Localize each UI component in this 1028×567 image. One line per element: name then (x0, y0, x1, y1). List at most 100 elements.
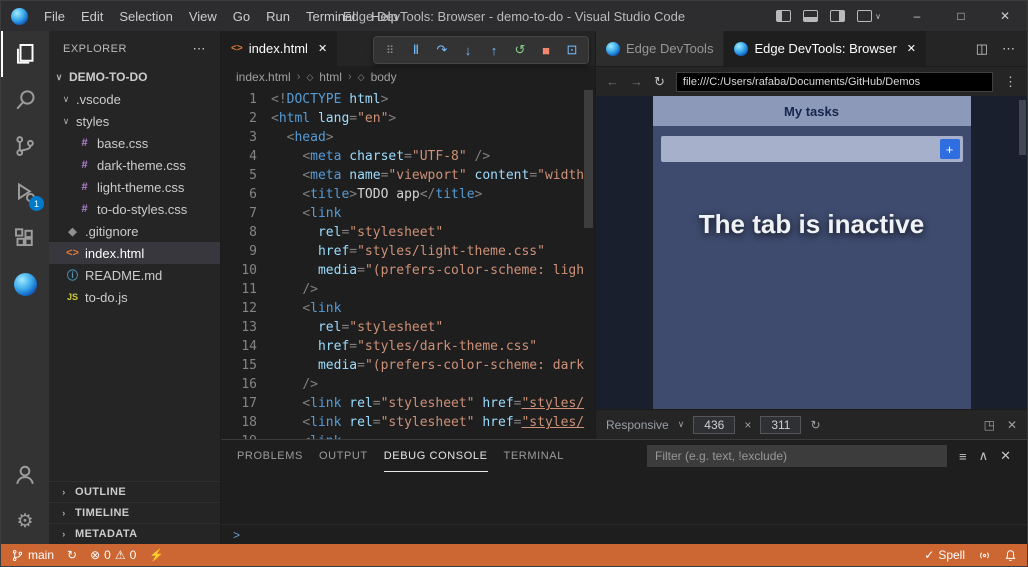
file-item[interactable]: # to-do-styles.css (49, 198, 220, 220)
new-task-input[interactable]: + (660, 136, 963, 162)
add-task-button[interactable]: + (939, 139, 960, 159)
file-item[interactable]: ◆ .gitignore (49, 220, 220, 242)
device-mode-select[interactable]: Responsive (606, 418, 669, 432)
activity-source-control[interactable] (1, 123, 49, 169)
tab-edge-devtools-browser[interactable]: Edge DevTools: Browser ✕ (724, 31, 928, 66)
chevron-right-icon: › (62, 529, 66, 539)
customize-layout-icon[interactable]: ∨ (857, 10, 881, 22)
file-item[interactable]: <> index.html (49, 242, 220, 264)
minimize-button[interactable]: – (895, 1, 939, 31)
section-timeline[interactable]: › TIMELINE (49, 502, 220, 523)
error-icon: ⊗ (90, 548, 101, 562)
step-into-button[interactable]: ↓ (456, 38, 480, 62)
breadcrumb-html[interactable]: html (319, 70, 342, 84)
activity-run-debug[interactable]: 1 (1, 169, 49, 215)
viewport-height-field[interactable]: 311 (760, 415, 802, 434)
toggle-secondary-sidebar-icon[interactable] (830, 10, 846, 22)
rotate-icon[interactable]: ↻ (810, 418, 820, 432)
url-bar[interactable]: file:///C:/Users/rafaba/Documents/GitHub… (675, 71, 993, 92)
css-icon: # (81, 181, 88, 193)
explorer-more-actions-icon[interactable]: ⋯ (193, 41, 207, 57)
section-outline[interactable]: › OUTLINE (49, 481, 220, 502)
back-icon[interactable]: ← (606, 74, 619, 89)
chevron-right-icon: › (347, 71, 352, 83)
activity-search[interactable] (1, 77, 49, 123)
menu-file[interactable]: File (36, 6, 73, 27)
breadcrumb-body[interactable]: body (371, 70, 397, 84)
inspect-button[interactable]: ⊡ (560, 38, 584, 62)
menu-selection[interactable]: Selection (111, 6, 180, 27)
activity-explorer[interactable] (1, 31, 49, 77)
debug-console-prompt[interactable]: > (221, 524, 1027, 544)
sync-button[interactable]: ↻ (67, 548, 77, 562)
fit-to-window-icon[interactable]: ◳ (984, 418, 995, 432)
branch-indicator[interactable]: main (11, 548, 54, 562)
step-out-button[interactable]: ↑ (482, 38, 506, 62)
menu-go[interactable]: Go (225, 6, 258, 27)
pause-button[interactable]: Ⅱ (404, 38, 428, 62)
more-actions-icon[interactable]: ⋯ (1002, 41, 1015, 57)
file-item[interactable]: # dark-theme.css (49, 154, 220, 176)
file-item[interactable]: ∨ styles (49, 110, 220, 132)
folder-root[interactable]: ∨ DEMO-TO-DO (49, 66, 220, 88)
split-editor-icon[interactable]: ◫ (976, 41, 988, 57)
chevron-right-icon: › (296, 71, 301, 83)
problems-indicator[interactable]: ⊗ 0 ⚠ 0 (90, 548, 136, 562)
activity-extensions[interactable] (1, 215, 49, 261)
code-editor[interactable]: 1 <!DOCTYPE html> 2 <html lang="en"> 3 <head… (221, 88, 595, 439)
file-item[interactable]: ∨ .vscode (49, 88, 220, 110)
close-tab-icon[interactable]: ✕ (907, 42, 916, 55)
maximize-button[interactable]: □ (939, 1, 983, 31)
toolbar-more-icon[interactable]: ⋮ (1004, 74, 1017, 90)
notifications-bell-icon[interactable] (1004, 549, 1017, 562)
tab-terminal[interactable]: TERMINAL (504, 440, 564, 472)
edge-logo-icon (11, 7, 28, 25)
tab-output[interactable]: OUTPUT (319, 440, 368, 472)
html-icon: <> (66, 247, 79, 259)
toggle-panel-icon[interactable] (803, 10, 819, 22)
section-metadata[interactable]: › METADATA (49, 523, 220, 544)
code-line: 15 media="(prefers-color-scheme: dark (241, 358, 585, 373)
refresh-icon[interactable]: ↻ (654, 74, 665, 90)
titlebar: File Edit Selection View Go Run Terminal… (1, 1, 1027, 31)
broadcast-icon[interactable] (978, 549, 991, 562)
filter-icon[interactable]: ≡ (959, 449, 967, 464)
code-line: 2 <html lang="en"> (249, 111, 397, 126)
debug-status-icon[interactable]: ⚡ (149, 548, 164, 562)
settings-button[interactable]: ⚙ (1, 498, 49, 544)
close-panel-icon[interactable]: ✕ (1000, 448, 1011, 464)
code-line: 14 href="styles/dark-theme.css" (241, 339, 538, 354)
menu-run[interactable]: Run (258, 6, 298, 27)
maximize-panel-icon[interactable]: ∧ (979, 448, 989, 464)
file-item[interactable]: # base.css (49, 132, 220, 154)
stop-button[interactable]: ■ (534, 38, 558, 62)
drag-handle-icon[interactable]: ⠿ (378, 38, 402, 62)
tab-edge-devtools[interactable]: Edge DevTools (596, 31, 725, 66)
tab-debug-console[interactable]: DEBUG CONSOLE (383, 440, 488, 472)
viewport-width-field[interactable]: 436 (693, 415, 736, 434)
breadcrumb-file[interactable]: index.html (236, 70, 291, 84)
console-filter-input[interactable] (646, 445, 947, 467)
window-controls: – □ ✕ (895, 1, 1027, 31)
info-icon: ⓘ (67, 270, 78, 282)
tab-index-html[interactable]: <> index.html ✕ (221, 31, 339, 66)
forward-icon[interactable]: → (630, 74, 643, 89)
file-item[interactable]: JS to-do.js (49, 286, 220, 308)
menu-edit[interactable]: Edit (73, 6, 111, 27)
close-preview-icon[interactable]: ✕ (1007, 418, 1017, 432)
file-item[interactable]: ⓘ README.md (49, 264, 220, 286)
file-item[interactable]: # light-theme.css (49, 176, 220, 198)
tab-problems[interactable]: PROBLEMS (237, 440, 303, 472)
restart-button[interactable]: ↺ (508, 38, 532, 62)
viewport-scrollbar[interactable] (1019, 100, 1026, 155)
spell-checker-status[interactable]: ✓ Spell (924, 548, 965, 562)
prompt-chevron-icon: > (233, 527, 241, 542)
editor-scrollbar[interactable] (584, 90, 593, 228)
toggle-sidebar-icon[interactable] (776, 10, 792, 22)
step-over-button[interactable]: ↷ (430, 38, 454, 62)
account-button[interactable] (1, 452, 49, 498)
close-button[interactable]: ✕ (983, 1, 1027, 31)
close-tab-icon[interactable]: ✕ (318, 42, 327, 55)
activity-edge-devtools[interactable] (1, 261, 49, 307)
menu-view[interactable]: View (181, 6, 225, 27)
